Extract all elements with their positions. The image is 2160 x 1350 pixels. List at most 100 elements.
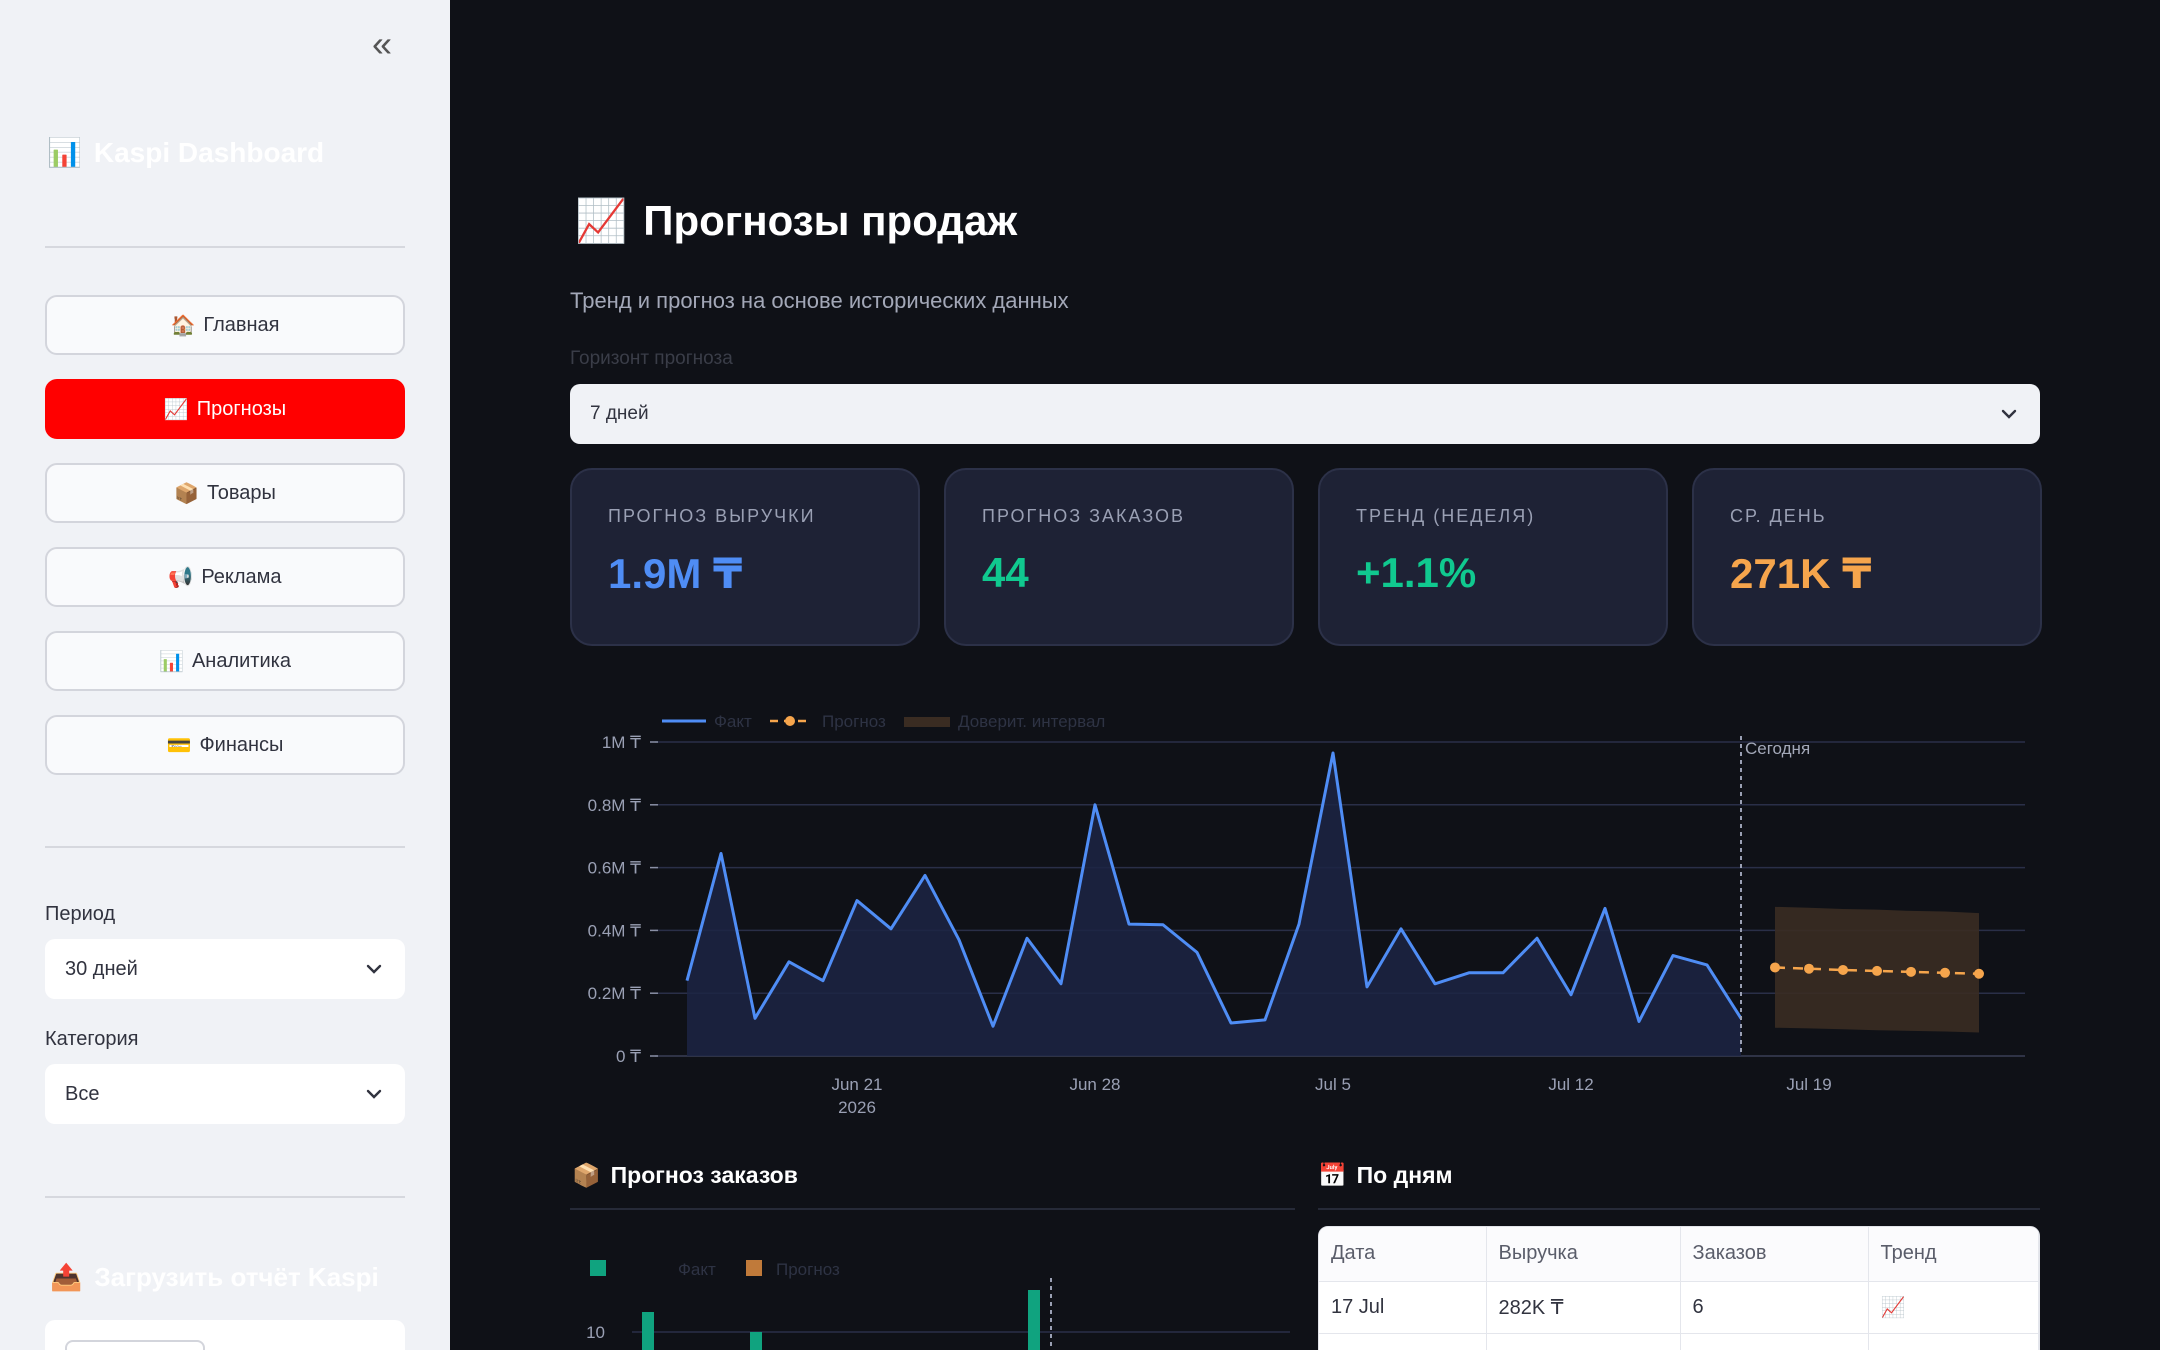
section-divider (1318, 1208, 2040, 1210)
x-tick-label: Jul 5 (1315, 1075, 1351, 1094)
nav-label: Товары (207, 481, 276, 504)
nav-button-analytics[interactable]: 📊 Аналитика (45, 631, 405, 691)
revenue-forecast-svg[interactable]: 0 ₸ 0.2M ₸ 0.4M ₸ 0.6M ₸ 0.8M ₸ 1M ₸ Сегодня Ju… (570, 690, 2050, 1130)
sidebar-divider (45, 246, 405, 248)
order-bar (750, 1332, 762, 1350)
trend-chart-icon: 📈 (1868, 1281, 2039, 1334)
table-row[interactable] (1319, 1333, 2039, 1350)
table-cell-orders: 6 (1680, 1281, 1869, 1334)
period-value: 30 дней (65, 957, 138, 980)
page-subtitle: Тренд и прогноз на основе исторических д… (570, 288, 1069, 313)
legend-forecast-label: Прогноз (776, 1260, 840, 1279)
order-bar (1028, 1290, 1040, 1350)
browse-files-button[interactable] (65, 1340, 205, 1350)
nav-button-products[interactable]: 📦 Товары (45, 463, 405, 523)
y-tick-label: 0.6M ₸ (588, 859, 642, 878)
column-header-trend[interactable]: Тренд (1868, 1227, 2039, 1282)
period-label: Период (45, 903, 116, 925)
table-cell-orders (1680, 1333, 1869, 1350)
y-tick-label: 0.4M ₸ (588, 921, 642, 940)
daily-section-title-text: По дням (1356, 1162, 1453, 1188)
kpi-value: +1.1% (1356, 549, 1477, 596)
chevron-down-icon (363, 1083, 385, 1105)
horizon-select[interactable]: 7 дней (570, 384, 2040, 444)
forecast-point (1838, 964, 1848, 975)
package-icon: 📦 (572, 1163, 601, 1189)
column-header-orders[interactable]: Заказов (1680, 1227, 1869, 1282)
column-header-date[interactable]: Дата (1319, 1227, 1487, 1282)
credit-card-icon: 💳 (166, 733, 192, 757)
x-tick-label: Jul 12 (1548, 1075, 1593, 1094)
main-content: 📈 Прогнозы продаж Тренд и прогноз на осн… (450, 0, 2160, 1350)
file-uploader[interactable] (45, 1320, 405, 1350)
page-title-text: Прогнозы продаж (643, 197, 1018, 244)
chevron-down-icon (363, 958, 385, 980)
daily-table-grid: Дата Выручка Заказов Тренд 17 Jul 282K ₸… (1319, 1227, 2039, 1350)
y-tick-label: 0.8M ₸ (588, 796, 642, 815)
nav-label: Главная (203, 313, 280, 336)
orders-section-title-text: Прогноз заказов (610, 1162, 798, 1188)
y-tick-label: 0 ₸ (616, 1047, 641, 1066)
legend-forecast-marker (785, 716, 795, 726)
nav-button-ads[interactable]: 📢 Реклама (45, 547, 405, 607)
kpi-label: ПРОГНОЗ ВЫРУЧКИ (608, 506, 816, 526)
forecast-point (1974, 968, 1984, 979)
table-row[interactable]: 17 Jul 282K ₸ 6 📈 (1319, 1281, 2039, 1334)
brand-title: 📊 Kaspi Dashboard (47, 136, 324, 169)
legend-fact-swatch (590, 1260, 606, 1276)
forecast-point (1940, 967, 1950, 978)
x-tick-label: Jun 28 (1069, 1075, 1120, 1094)
forecast-point (1770, 962, 1780, 973)
daily-table[interactable]: Дата Выручка Заказов Тренд 17 Jul 282K ₸… (1318, 1226, 2040, 1350)
table-cell-trend (1868, 1333, 2039, 1350)
nav-button-home[interactable]: 🏠 Главная (45, 295, 405, 355)
y-tick-label: 0.2M ₸ (588, 984, 642, 1003)
column-header-revenue[interactable]: Выручка (1486, 1227, 1681, 1282)
nav-label: Прогнозы (196, 397, 287, 420)
table-cell-date (1319, 1333, 1487, 1350)
horizon-value: 7 дней (590, 403, 649, 424)
kpi-label: ТРЕНД (НЕДЕЛЯ) (1356, 506, 1536, 526)
chart-up-icon: 📈 (163, 397, 189, 421)
nav-label: Финансы (199, 733, 284, 756)
kpi-value: 44 (982, 549, 1029, 596)
kpi-value: 1.9M ₸ (608, 550, 743, 597)
sidebar: « 📊 Kaspi Dashboard 🏠 Главная 📈 Прогнозы… (0, 0, 450, 1350)
y-tick-label: 1M ₸ (602, 733, 641, 752)
x-tick-label: Jul 19 (1786, 1075, 1831, 1094)
orders-forecast-chart[interactable]: Факт Прогноз 10 (570, 1240, 1295, 1350)
nav-button-finance[interactable]: 💳 Финансы (45, 715, 405, 775)
orders-forecast-svg[interactable]: Факт Прогноз 10 (570, 1240, 1295, 1350)
collapse-sidebar-icon[interactable]: « (366, 26, 398, 62)
package-icon: 📦 (174, 481, 200, 505)
sidebar-divider (45, 1196, 405, 1198)
nav-button-forecasts[interactable]: 📈 Прогнозы (45, 379, 405, 439)
chart-icon: 📊 (47, 136, 82, 169)
kpi-card-revenue: ПРОГНОЗ ВЫРУЧКИ 1.9M ₸ (570, 468, 920, 646)
page-title: 📈 Прогнозы продаж (575, 196, 1017, 246)
category-select[interactable]: Все (45, 1064, 405, 1124)
kpi-label: ПРОГНОЗ ЗАКАЗОВ (982, 506, 1186, 526)
kpi-card-avg-day: СР. ДЕНЬ 271K ₸ (1692, 468, 2042, 646)
legend-fact-label: Факт (678, 1260, 716, 1279)
horizon-label: Горизонт прогноза (570, 348, 733, 369)
sidebar-divider (45, 846, 405, 848)
revenue-forecast-chart[interactable]: 0 ₸ 0.2M ₸ 0.4M ₸ 0.6M ₸ 0.8M ₸ 1M ₸ Сегодня Ju… (570, 690, 2050, 1130)
chart-up-icon: 📈 (575, 196, 628, 245)
forecast-point (1906, 966, 1916, 977)
table-cell-date: 17 Jul (1319, 1281, 1487, 1334)
legend-forecast-swatch (746, 1260, 762, 1276)
brand-title-text: Kaspi Dashboard (93, 136, 325, 168)
forecast-point (1872, 965, 1882, 976)
calendar-icon: 📅 (1318, 1163, 1347, 1189)
nav-label: Реклама (201, 565, 282, 588)
upload-icon: 📤 (50, 1262, 83, 1293)
x-tick-sublabel: 2026 (838, 1098, 876, 1117)
today-label: Сегодня (1745, 739, 1810, 758)
y-tick-label: 10 (586, 1323, 605, 1342)
category-value: Все (65, 1082, 100, 1105)
period-select[interactable]: 30 дней (45, 939, 405, 999)
chevron-down-icon (1998, 403, 2020, 425)
daily-section-title: 📅 По дням (1318, 1162, 1453, 1189)
upload-title: 📤 Загрузить отчёт Kaspi (50, 1262, 379, 1293)
